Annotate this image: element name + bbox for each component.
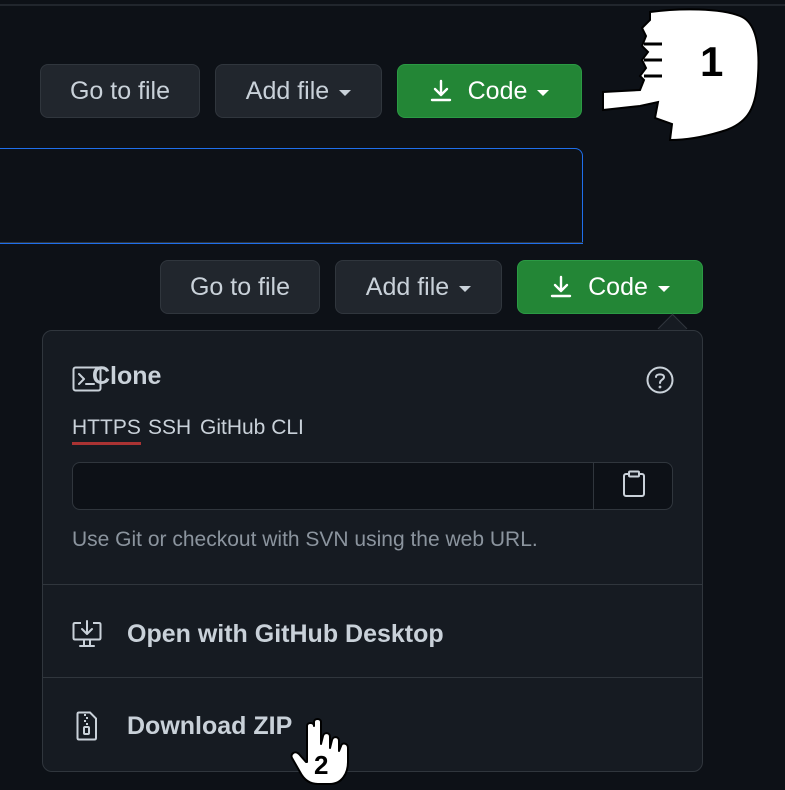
tab-github-cli[interactable]: GitHub CLI <box>200 416 304 440</box>
download-zip-item[interactable]: Download ZIP <box>43 681 702 771</box>
code-label: Code <box>467 76 528 105</box>
chevron-down-icon <box>657 285 670 292</box>
add-file-label: Add file <box>365 272 450 301</box>
chevron-down-icon <box>537 89 550 96</box>
add-file-label: Add file <box>245 76 330 105</box>
step-1-number: 1 <box>700 38 724 85</box>
menu-divider <box>43 584 702 585</box>
go-to-file-label: Go to file <box>69 76 171 105</box>
open-with-github-desktop-label: Open with GitHub Desktop <box>127 619 444 648</box>
copy-url-button[interactable] <box>593 462 673 510</box>
open-with-github-desktop-item[interactable]: Open with GitHub Desktop <box>43 589 702 679</box>
download-icon <box>430 79 452 103</box>
code-button[interactable]: Code <box>517 260 703 314</box>
desktop-download-icon <box>71 620 103 648</box>
file-zip-icon <box>71 711 103 741</box>
menu-divider <box>43 677 702 678</box>
chevron-down-icon <box>339 89 352 96</box>
file-list-header <box>0 242 583 257</box>
pointing-hand-step-1-icon <box>600 6 760 146</box>
tab-ssh[interactable]: SSH <box>148 416 191 440</box>
question-icon[interactable] <box>645 365 675 400</box>
clone-help-text: Use Git or checkout with SVN using the w… <box>72 528 538 551</box>
clipboard-icon <box>622 470 646 503</box>
chevron-down-icon <box>459 285 472 292</box>
go-to-file-label: Go to file <box>189 272 291 301</box>
clone-url-input[interactable] <box>72 462 673 510</box>
code-button[interactable]: Code <box>397 64 582 118</box>
go-to-file-button[interactable]: Go to file <box>160 260 320 314</box>
add-file-button[interactable]: Add file <box>335 260 502 314</box>
go-to-file-button[interactable]: Go to file <box>40 64 200 118</box>
code-label: Code <box>588 272 648 301</box>
repo-info-box <box>0 148 583 244</box>
step-2-number: 2 <box>314 750 329 780</box>
clone-title: Clone <box>92 362 162 390</box>
download-icon <box>550 275 572 299</box>
download-zip-label: Download ZIP <box>127 711 293 740</box>
tab-https[interactable]: HTTPS <box>72 416 141 445</box>
add-file-button[interactable]: Add file <box>215 64 382 118</box>
